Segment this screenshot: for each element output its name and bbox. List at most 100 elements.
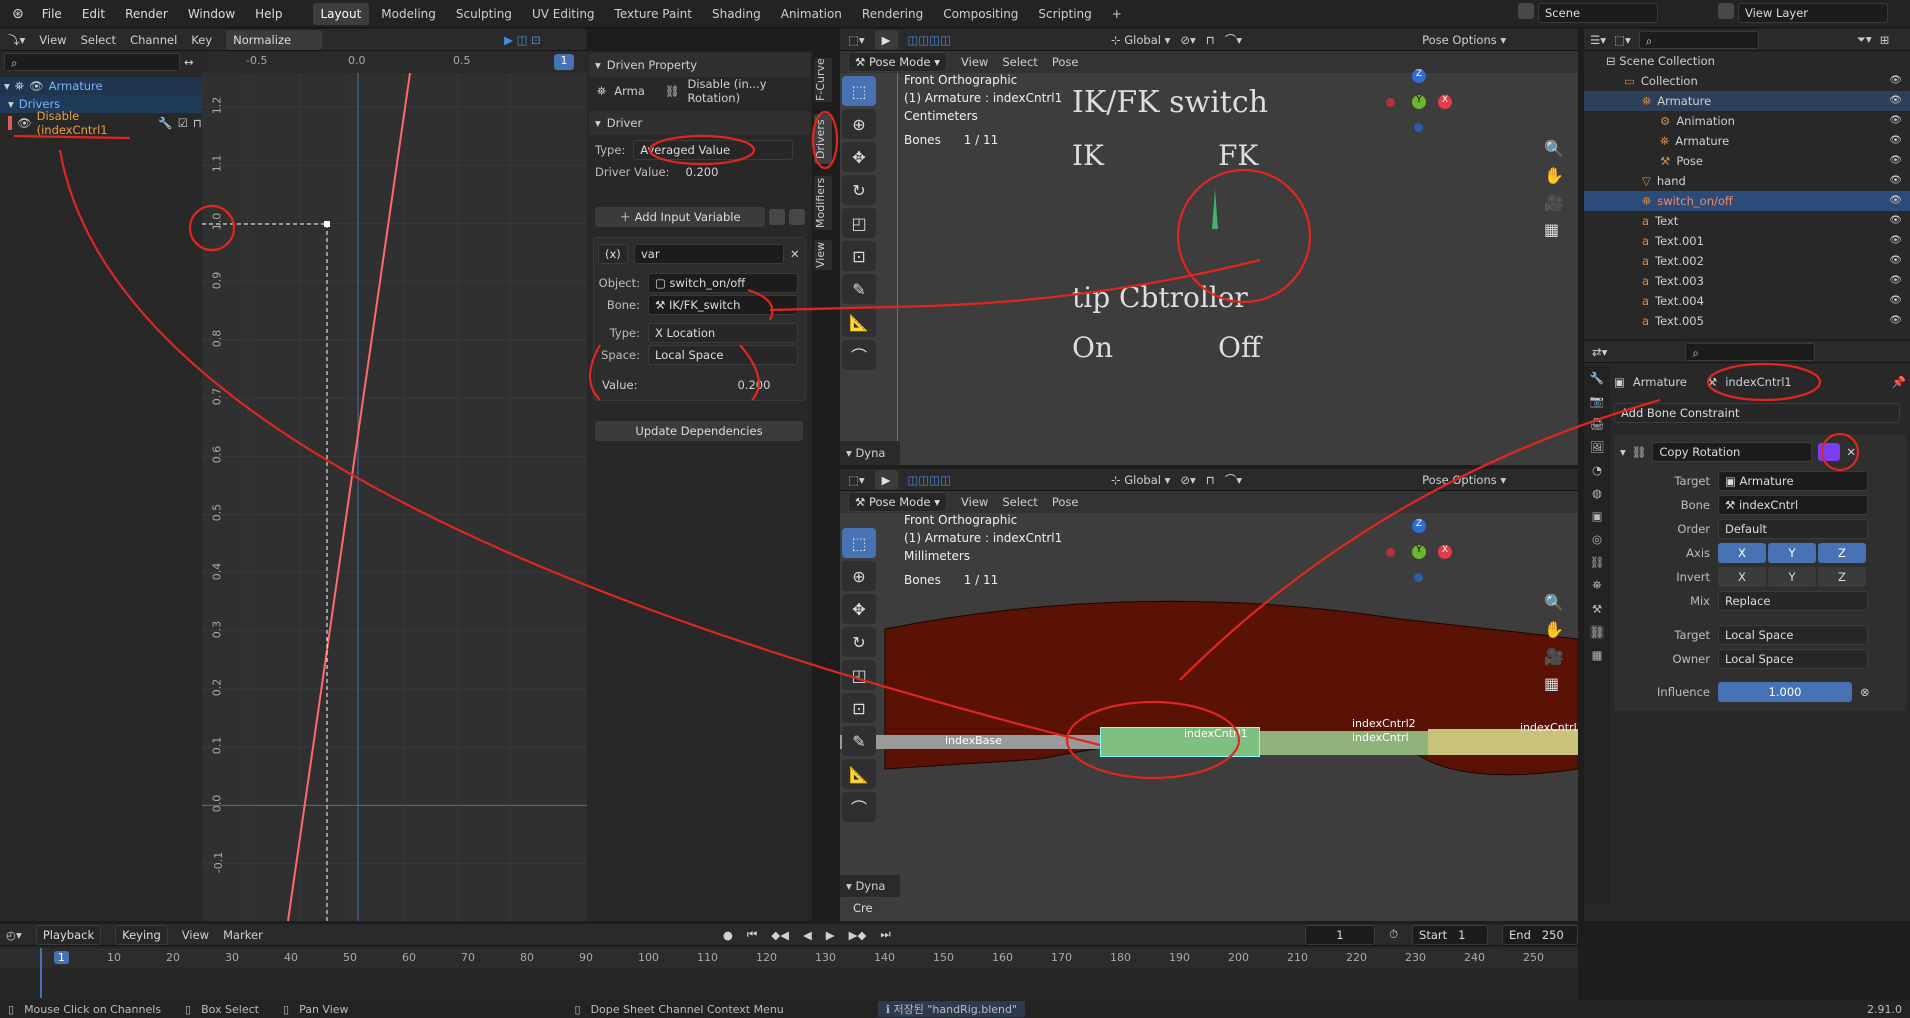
tab-f-curve[interactable]: F-Curve [814, 58, 832, 102]
play-reverse-icon[interactable]: ◀ [803, 928, 812, 942]
tab-scripting[interactable]: Scripting [1030, 3, 1099, 25]
add-input-variable-button[interactable]: ＋ Add Input Variable [595, 207, 765, 227]
variable-name-input[interactable]: var [634, 244, 784, 264]
outliner-item[interactable]: a Text.001 👁 [1584, 231, 1910, 251]
rotate-tool-icon[interactable]: ↻ [842, 627, 876, 657]
prev-keyframe-icon[interactable]: ◆◀ [771, 928, 789, 942]
tab-rendering[interactable]: Rendering [854, 3, 931, 25]
viewport-top[interactable]: ⬚▾ ▶ ◫◫◫◫ ⊹ Global ▾ ⊘▾ ⊓ ⌒▾ Pose Option… [840, 29, 1578, 465]
scale-tool-icon[interactable]: ◰ [842, 208, 876, 238]
visibility-eye-icon[interactable]: 👁 [1889, 111, 1902, 131]
driven-property-header[interactable]: ▾ Driven Property [589, 53, 810, 77]
tab-layout[interactable]: Layout [312, 3, 370, 25]
jump-start-icon[interactable]: ⏮ [747, 927, 757, 942]
gizmo-x-icon[interactable]: X [1438, 545, 1452, 559]
cursor-mode-icons[interactable]: ▶ ◫ ⊡ [504, 33, 541, 47]
vp-menu-view[interactable]: View [961, 55, 988, 69]
visibility-eye-icon[interactable]: 👁 [1889, 171, 1902, 191]
visibility-eye-icon[interactable]: 👁 [1889, 191, 1902, 211]
menu-file[interactable]: File [34, 0, 70, 28]
transform-tool-icon[interactable]: ⊡ [842, 241, 876, 271]
disable-keep-transform-icon[interactable]: ⊗ [1860, 685, 1870, 699]
relax-tool-icon[interactable]: ⌒ [842, 792, 876, 822]
target-space-dropdown[interactable]: Local Space [1718, 625, 1868, 645]
bone-field[interactable]: ⚒ IK/FK_switch [648, 295, 798, 315]
outliner-item[interactable]: a Text.004 👁 [1584, 291, 1910, 311]
variable-type-dropdown[interactable]: (x) [598, 244, 628, 264]
select-box-tool-icon[interactable]: ⬚ [842, 76, 876, 106]
copy-vars-icon[interactable] [769, 209, 785, 225]
tab-modifiers[interactable]: Modifiers [814, 176, 832, 230]
editor-type-icon[interactable]: ⤵▾ [8, 32, 25, 48]
editor-type-icon[interactable]: ⬚▾ [848, 473, 865, 487]
rotate-tool-icon[interactable]: ↻ [842, 175, 876, 205]
gizmo-neg-x-icon[interactable] [1386, 98, 1395, 107]
outliner-item[interactable]: a Text 👁 [1584, 211, 1910, 231]
pin-icon[interactable]: 📌 [1892, 375, 1906, 389]
expand-icon[interactable]: ▾ [8, 97, 14, 111]
dyna-panel-top[interactable]: ▾ Dyna [840, 441, 900, 465]
ge-menu-select[interactable]: Select [81, 33, 116, 47]
transform-tool-icon[interactable]: ⊡ [842, 693, 876, 723]
outliner-item[interactable]: a Text.002 👁 [1584, 251, 1910, 271]
outliner-item[interactable]: a Text.005 👁 [1584, 311, 1910, 331]
timeline-menu-marker[interactable]: Marker [223, 928, 263, 942]
ge-menu-channel[interactable]: Channel [130, 33, 177, 47]
select-mode-icons[interactable]: ◫◫◫◫ [908, 473, 951, 487]
object-field[interactable]: ▢ switch_on/off [648, 273, 798, 293]
vp-menu-select[interactable]: Select [1002, 55, 1037, 69]
data-tab-icon[interactable]: ⛯ [1592, 578, 1601, 593]
editor-type-icon[interactable]: ⬚▾ [848, 33, 865, 47]
tab-modeling[interactable]: Modeling [373, 3, 444, 25]
measure-tool-icon[interactable]: 📐 [842, 307, 876, 337]
physics-tab-icon[interactable]: ◎ [1592, 532, 1602, 546]
checkbox-icon[interactable]: ☑ [178, 116, 188, 130]
driver-fcurve[interactable] [287, 72, 411, 921]
keying-menu[interactable]: Keying [115, 924, 168, 945]
visibility-eye-icon[interactable]: 👁 [1889, 131, 1902, 151]
properties-search-input[interactable]: ⌕ [1685, 342, 1816, 361]
move-tool-icon[interactable]: ✥ [842, 142, 876, 172]
jump-end-icon[interactable]: ⏭ [880, 927, 890, 942]
collapse-icon[interactable]: ▾ [1620, 445, 1626, 459]
pivot-icon[interactable]: ⊘▾ [1180, 473, 1195, 487]
pivot-icon[interactable]: ⊘▾ [1180, 33, 1195, 47]
visibility-eye-icon[interactable]: 👁 [1889, 231, 1902, 251]
output-tab-icon[interactable]: 🖨 [1590, 417, 1605, 431]
channel-armature[interactable]: ▾ ⛯ 👁 Armature [0, 77, 202, 95]
navigation-gizmo[interactable]: Z Y X [1386, 69, 1462, 139]
expand-icon[interactable]: ▾ [4, 79, 10, 93]
driver-type-dropdown[interactable]: Averaged Value [633, 140, 794, 160]
pose-options-dropdown[interactable]: Pose Options ▾ [1422, 33, 1506, 47]
select-tool-icon[interactable]: ▶ [874, 30, 898, 50]
visibility-eye-icon[interactable]: 👁 [1889, 71, 1902, 91]
new-collection-icon[interactable]: ⊞ [1880, 33, 1890, 47]
visibility-eye-icon[interactable]: 👁 [1889, 311, 1902, 331]
target-field[interactable]: ▣ Armature [1718, 471, 1868, 491]
constraint-name-input[interactable]: Copy Rotation [1652, 442, 1813, 462]
bone-constraint-tab-icon[interactable]: ⛓ [1589, 625, 1605, 639]
editor-type-icon[interactable]: ☰▾ [1590, 33, 1606, 47]
breadcrumb-armature[interactable]: Armature [1633, 375, 1687, 389]
world-tab-icon[interactable]: ◍ [1592, 486, 1602, 500]
owner-space-dropdown[interactable]: Local Space [1718, 649, 1868, 669]
gizmo-neg-z-icon[interactable] [1414, 573, 1423, 582]
filter-icon[interactable]: ⏷▾ [1857, 32, 1872, 47]
render-tab-icon[interactable]: 📷 [1590, 394, 1604, 408]
add-bone-constraint-dropdown[interactable]: Add Bone Constraint [1614, 403, 1900, 423]
visibility-eye-icon[interactable]: 👁 [1889, 91, 1902, 111]
scene-field[interactable]: Scene [1538, 3, 1658, 23]
pose-options-dropdown[interactable]: Pose Options ▾ [1422, 473, 1506, 487]
lock-icon[interactable]: ⊓ [193, 116, 202, 130]
gizmo-neg-z-icon[interactable] [1414, 123, 1423, 132]
channel-search-input[interactable]: ⌕ [4, 53, 180, 71]
menu-render[interactable]: Render [117, 0, 176, 28]
end-frame-field[interactable]: End 250 [1502, 924, 1579, 945]
update-dependencies-button[interactable]: Update Dependencies [595, 421, 803, 441]
gizmo-y-icon[interactable]: Y [1412, 545, 1426, 559]
select-box-tool-icon[interactable]: ⬚ [842, 528, 876, 558]
object-tab-icon[interactable]: ▣ [1592, 509, 1603, 523]
proportional-icon[interactable]: ⌒▾ [1225, 472, 1242, 488]
playhead[interactable] [40, 948, 42, 998]
play-icon[interactable]: ▶ [826, 928, 835, 942]
